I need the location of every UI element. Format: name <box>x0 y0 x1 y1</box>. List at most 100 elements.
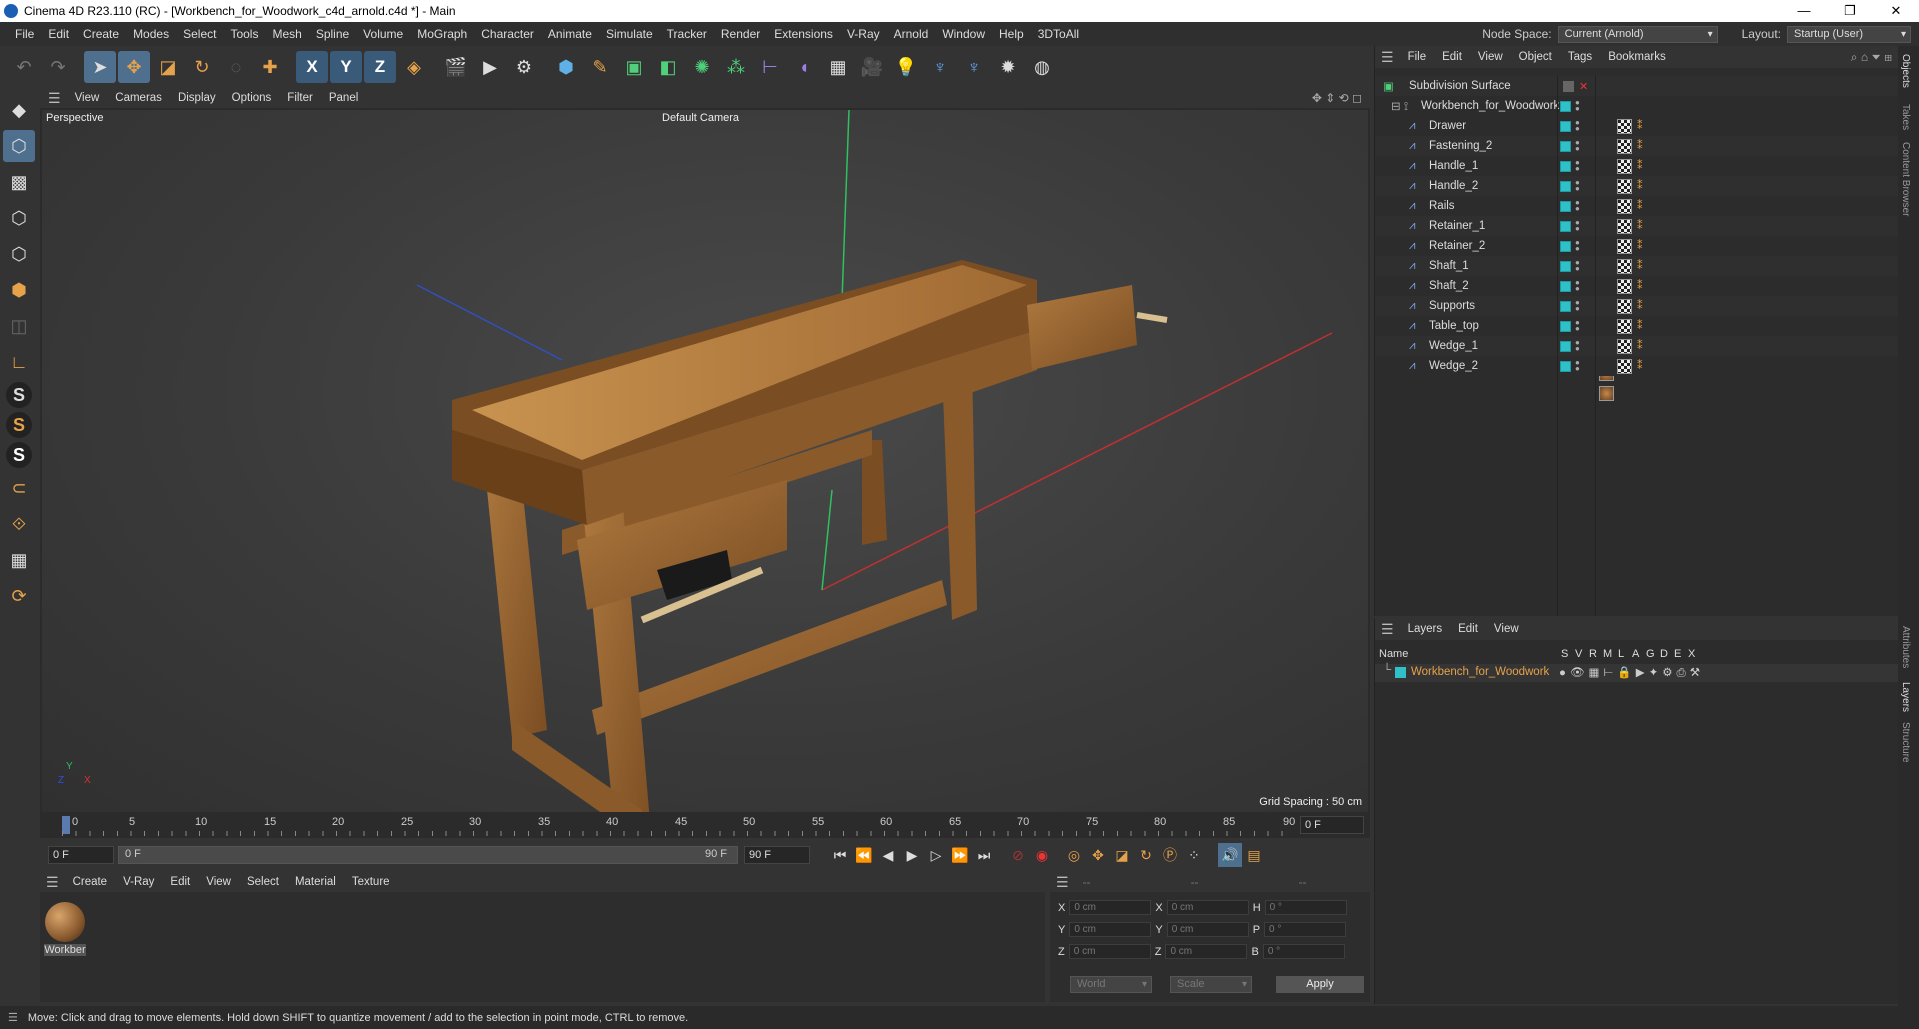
object-menu-edit[interactable]: Edit <box>1434 51 1470 63</box>
workplane-icon[interactable]: ⟐ <box>3 508 35 540</box>
goto-start-icon[interactable]: ⏮ <box>828 843 852 867</box>
layer-color-swatch[interactable] <box>1560 180 1571 192</box>
layer-color-swatch[interactable] <box>1560 140 1571 152</box>
visibility-dots-icon[interactable]: ● ● <box>1575 119 1580 133</box>
menu-spline[interactable]: Spline <box>309 27 356 41</box>
viewport-menu-view[interactable]: View <box>67 92 108 104</box>
layer-color-swatch[interactable] <box>1560 240 1571 252</box>
field-icon[interactable]: ◖ <box>788 51 820 83</box>
viewport-menu-panel[interactable]: Panel <box>321 92 366 104</box>
tab-structure[interactable]: Structure <box>1900 722 1911 763</box>
arnold-tag-icon[interactable]: ⁑ <box>1637 179 1652 194</box>
pos-x-field[interactable]: 0 cm <box>1069 900 1152 915</box>
axis-x-lock-button[interactable]: X <box>296 51 328 83</box>
object-search-icons[interactable]: ⌕ ⌂ ⏷ ⊞ <box>1851 50 1892 65</box>
object-row-shaft-1[interactable]: ⩘ Shaft_1 ● ● ⁑ <box>1375 256 1899 301</box>
subdivision-generator-icon[interactable]: ▣ <box>618 51 650 83</box>
uvw-tag-icon[interactable] <box>1617 118 1632 134</box>
uvw-tag-icon[interactable] <box>1617 178 1632 194</box>
visibility-dots-icon[interactable]: ● ● <box>1575 259 1580 273</box>
object-menu-object[interactable]: Object <box>1511 51 1560 63</box>
goto-end-icon[interactable]: ⏭ <box>972 843 996 867</box>
world-select[interactable]: World <box>1070 976 1152 993</box>
object-menu-view[interactable]: View <box>1470 51 1511 63</box>
axis-y-lock-button[interactable]: Y <box>330 51 362 83</box>
locked-workplane-icon[interactable]: ⟳ <box>3 580 35 612</box>
layer-color-swatch[interactable] <box>1560 160 1571 172</box>
menu-edit[interactable]: Edit <box>41 27 76 41</box>
object-menu-file[interactable]: File <box>1400 51 1435 63</box>
spline-pen-icon[interactable]: ✎ <box>584 51 616 83</box>
uvw-tag-icon[interactable] <box>1617 238 1632 254</box>
menu-file[interactable]: File <box>8 27 41 41</box>
menu-mograph[interactable]: MoGraph <box>410 27 474 41</box>
light-icon[interactable]: 💡 <box>890 51 922 83</box>
status-menu-icon[interactable]: ☰ <box>8 1011 18 1024</box>
snap-s-orange-icon[interactable]: S <box>6 412 32 438</box>
material-menu-texture[interactable]: Texture <box>344 876 398 888</box>
material-menu-icon[interactable]: ☰ <box>46 874 59 891</box>
object-row-group[interactable]: ⊟ ⟟ Workbench_for_Woodwork ● ● <box>1375 96 1899 116</box>
next-key-icon[interactable]: ⏩ <box>948 843 972 867</box>
viewport-menu-icon[interactable]: ☰ <box>48 90 61 107</box>
menu-simulate[interactable]: Simulate <box>599 27 660 41</box>
menu-modes[interactable]: Modes <box>126 27 176 41</box>
visibility-dots-icon[interactable]: ● ● <box>1575 279 1580 293</box>
key-param-icon[interactable]: Ⓟ <box>1158 843 1182 867</box>
tab-attributes[interactable]: Attributes <box>1900 626 1911 668</box>
menu-tools[interactable]: Tools <box>223 27 265 41</box>
layer-color-swatch[interactable] <box>1560 200 1571 212</box>
snap-s-icon[interactable]: S <box>6 382 32 408</box>
layout-select[interactable]: Startup (User) <box>1787 25 1911 43</box>
layer-color-swatch[interactable] <box>1560 220 1571 232</box>
visibility-dots-icon[interactable]: ● ● <box>1575 239 1580 253</box>
uvw-tag-icon[interactable] <box>1617 338 1632 354</box>
layer-color-swatch[interactable] <box>1560 320 1571 332</box>
material-menu-edit[interactable]: Edit <box>162 876 198 888</box>
object-row-rails[interactable]: ⩘ Rails ● ● ⁑ <box>1375 196 1899 241</box>
viewport-menu-display[interactable]: Display <box>170 92 224 104</box>
visibility-dots-icon[interactable]: ● ● <box>1575 339 1580 353</box>
texture-mode-icon[interactable]: ▩ <box>3 166 35 198</box>
render-view-icon[interactable]: ▶ <box>474 51 506 83</box>
tab-content-browser[interactable]: Content Browser <box>1900 142 1911 216</box>
key-pla-icon[interactable]: ⁘ <box>1182 843 1206 867</box>
material-swatch[interactable]: Workber <box>44 902 86 956</box>
layer-color-swatch[interactable] <box>1395 667 1406 678</box>
arnold-tag-icon[interactable]: ⁑ <box>1637 199 1652 214</box>
rot-b-field[interactable]: 0 ° <box>1262 944 1345 959</box>
key-scale-icon[interactable]: ◪ <box>1110 843 1134 867</box>
camera-icon[interactable]: 🎥 <box>856 51 888 83</box>
python-icon[interactable]: ♆ <box>924 51 956 83</box>
add-tool-icon[interactable]: ✚ <box>254 51 286 83</box>
size-x-field[interactable]: 0 cm <box>1166 900 1249 915</box>
start-frame-field[interactable]: 0 F <box>48 846 114 864</box>
rot-h-field[interactable]: 0 ° <box>1264 900 1347 915</box>
arnold-tag-icon[interactable]: ⁑ <box>1637 239 1652 254</box>
maximize-button[interactable]: ❐ <box>1827 0 1873 22</box>
viewport-menu-filter[interactable]: Filter <box>279 92 321 104</box>
layer-menu-edit[interactable]: Edit <box>1450 623 1486 635</box>
move-tool-icon[interactable]: ✥ <box>118 51 150 83</box>
autokey-icon[interactable]: ◉ <box>1030 843 1054 867</box>
render-settings-icon[interactable]: ⚙ <box>508 51 540 83</box>
next-frame-icon[interactable]: ▷ <box>924 843 948 867</box>
material-tag-icon[interactable] <box>1599 386 1614 401</box>
layer-color-swatch[interactable] <box>1560 300 1571 312</box>
layer-color-swatch[interactable] <box>1560 260 1571 272</box>
uvw-tag-icon[interactable] <box>1617 138 1632 154</box>
visibility-dots-icon[interactable]: ● ● <box>1575 199 1580 213</box>
scale-select[interactable]: Scale <box>1170 976 1252 993</box>
uvw-tag-icon[interactable] <box>1617 218 1632 234</box>
layer-color-swatch[interactable] <box>1560 280 1571 292</box>
viewport-menu-cameras[interactable]: Cameras <box>107 92 170 104</box>
sound-icon[interactable]: 🔊 <box>1218 843 1242 867</box>
floor-icon[interactable]: ▦ <box>822 51 854 83</box>
visibility-dots-icon[interactable]: ● ● <box>1575 319 1580 333</box>
object-mode-icon[interactable]: ⬡ <box>3 130 35 162</box>
scale-tool-icon[interactable]: ◪ <box>152 51 184 83</box>
live-selection-icon[interactable]: ◌ <box>220 51 252 83</box>
object-row-wedge-1[interactable]: ⩘ Wedge_1 ● ● ⁑ <box>1375 336 1899 381</box>
arnold-tag-icon[interactable]: ⁑ <box>1637 119 1652 134</box>
arnold-tag-icon[interactable]: ⁑ <box>1637 139 1652 154</box>
